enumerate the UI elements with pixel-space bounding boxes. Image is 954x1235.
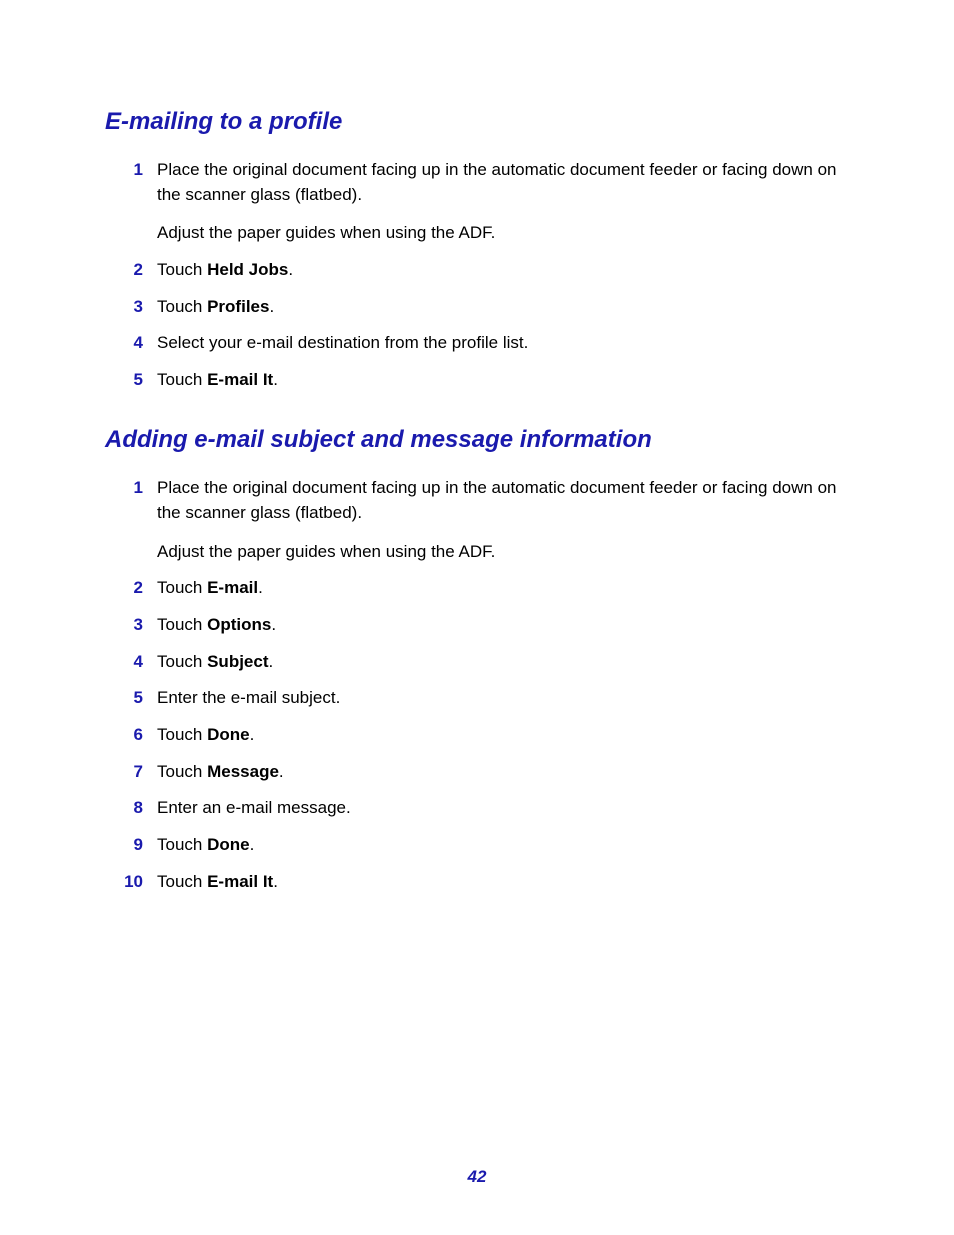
list-item: 1 Place the original document facing up … [105, 476, 849, 564]
step-number: 6 [105, 723, 157, 748]
list-item: 2 Touch E-mail. [105, 576, 849, 601]
document-page: E-mailing to a profile 1 Place the origi… [0, 0, 954, 1235]
step-number: 7 [105, 760, 157, 785]
list-item: 10 Touch E-mail It. [105, 870, 849, 895]
list-item: 3 Touch Profiles. [105, 295, 849, 320]
list-item: 5 Touch E-mail It. [105, 368, 849, 393]
step-number: 2 [105, 576, 157, 601]
list-item: 4 Touch Subject. [105, 650, 849, 675]
step-number: 5 [105, 368, 157, 393]
step-text: Touch Done. [157, 723, 849, 748]
step-number: 3 [105, 613, 157, 638]
list-item: 5 Enter the e-mail subject. [105, 686, 849, 711]
steps-list-2: 1 Place the original document facing up … [105, 476, 849, 894]
step-text: Enter the e-mail subject. [157, 686, 849, 711]
list-item: 2 Touch Held Jobs. [105, 258, 849, 283]
section-heading-adding-subject: Adding e-mail subject and message inform… [105, 426, 849, 454]
step-text: Touch Message. [157, 760, 849, 785]
list-item: 9 Touch Done. [105, 833, 849, 858]
step-text: Enter an e-mail message. [157, 796, 849, 821]
list-item: 7 Touch Message. [105, 760, 849, 785]
step-number: 3 [105, 295, 157, 320]
steps-list-1: 1 Place the original document facing up … [105, 158, 849, 392]
step-text: Touch E-mail It. [157, 870, 849, 895]
list-item: 3 Touch Options. [105, 613, 849, 638]
section-heading-emailing-profile: E-mailing to a profile [105, 108, 849, 136]
step-text: Place the original document facing up in… [157, 158, 849, 246]
step-text: Touch Done. [157, 833, 849, 858]
step-number: 4 [105, 331, 157, 356]
list-item: 6 Touch Done. [105, 723, 849, 748]
step-number: 4 [105, 650, 157, 675]
step-text: Touch E-mail It. [157, 368, 849, 393]
step-text: Touch Profiles. [157, 295, 849, 320]
step-text: Touch E-mail. [157, 576, 849, 601]
list-item: 8 Enter an e-mail message. [105, 796, 849, 821]
step-number: 1 [105, 476, 157, 501]
step-subtext: Adjust the paper guides when using the A… [157, 540, 849, 565]
step-subtext: Adjust the paper guides when using the A… [157, 221, 849, 246]
step-number: 9 [105, 833, 157, 858]
step-text: Touch Options. [157, 613, 849, 638]
step-text: Touch Held Jobs. [157, 258, 849, 283]
step-number: 10 [105, 870, 157, 895]
list-item: 1 Place the original document facing up … [105, 158, 849, 246]
step-number: 5 [105, 686, 157, 711]
step-text: Touch Subject. [157, 650, 849, 675]
step-text: Select your e-mail destination from the … [157, 331, 849, 356]
step-number: 8 [105, 796, 157, 821]
page-number: 42 [0, 1167, 954, 1187]
step-number: 2 [105, 258, 157, 283]
list-item: 4 Select your e-mail destination from th… [105, 331, 849, 356]
step-number: 1 [105, 158, 157, 183]
step-text: Place the original document facing up in… [157, 476, 849, 564]
